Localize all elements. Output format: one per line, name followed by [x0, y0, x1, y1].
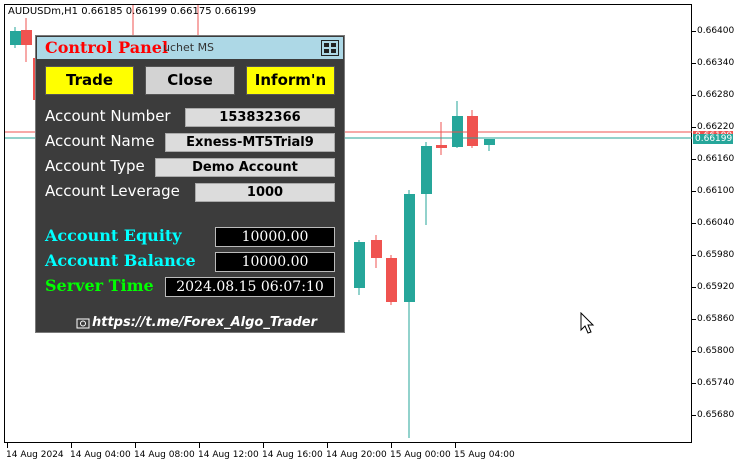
link-icon — [76, 318, 90, 328]
candle-body — [21, 30, 32, 45]
time-label: 14 Aug 20:00 — [326, 450, 387, 460]
account-type-value: Demo Account — [155, 158, 335, 177]
account-name-value: Exness-MT5Trial9 — [165, 133, 335, 152]
telegram-link-text: https://t.me/Forex_Algo_Trader — [92, 315, 318, 330]
panel-subtitle: uchet MS — [163, 41, 215, 54]
account-name-label: Account Name — [45, 132, 155, 150]
time-tick — [327, 443, 328, 448]
price-label: 0.65860 — [697, 314, 735, 324]
candle-body — [371, 240, 382, 258]
price-tick — [692, 223, 696, 224]
windows-logo-icon[interactable] — [321, 40, 339, 56]
account-leverage-value: 1000 — [195, 183, 335, 202]
account-number-value: 153832366 — [185, 108, 335, 127]
server-time-label: Server Time — [45, 276, 154, 295]
time-tick — [71, 443, 72, 448]
time-label: 15 Aug 04:00 — [454, 450, 515, 460]
price-label: 0.65920 — [697, 282, 735, 292]
price-tick — [692, 95, 696, 96]
price-tick — [692, 159, 696, 160]
price-tick — [692, 319, 696, 320]
time-tick — [135, 443, 136, 448]
price-label: 0.66340 — [697, 58, 735, 68]
time-tick — [7, 443, 8, 448]
candle-body — [484, 139, 495, 145]
price-label: 0.66280 — [697, 90, 735, 100]
time-tick — [199, 443, 200, 448]
account-equity-label: Account Equity — [45, 226, 182, 245]
price-label: 0.66100 — [697, 186, 735, 196]
panel-title-bar[interactable]: Control Panel uchet MS — [37, 37, 343, 59]
trade-button[interactable]: Trade — [45, 66, 134, 95]
price-label: 0.65800 — [697, 346, 735, 356]
candle-body — [10, 31, 21, 45]
close-button[interactable]: Close — [145, 66, 235, 95]
time-tick — [455, 443, 456, 448]
price-tick — [692, 127, 696, 128]
account-equity-value: 10000.00 — [215, 227, 335, 247]
account-balance-label: Account Balance — [45, 251, 196, 270]
price-label: 0.66160 — [697, 154, 735, 164]
mouse-pointer-icon — [580, 312, 595, 334]
price-tick — [692, 63, 696, 64]
server-time-value: 2024.08.15 06:07:10 — [165, 277, 335, 297]
telegram-link[interactable]: https://t.me/Forex_Algo_Trader — [76, 315, 317, 330]
time-tick — [391, 443, 392, 448]
candle-body — [404, 194, 415, 302]
candle-body — [421, 146, 432, 194]
candle-body — [354, 242, 365, 288]
account-number-label: Account Number — [45, 107, 171, 125]
symbol-info: AUDUSDm,H1 0.66185 0.66199 0.66175 0.661… — [8, 6, 257, 17]
time-label: 14 Aug 16:00 — [262, 450, 323, 460]
price-tick — [692, 351, 696, 352]
price-tick — [692, 255, 696, 256]
time-label: 15 Aug 00:00 — [390, 450, 451, 460]
account-balance-value: 10000.00 — [215, 252, 335, 272]
price-label: 0.65680 — [697, 410, 735, 420]
time-label: 14 Aug 08:00 — [134, 450, 195, 460]
price-label: 0.66400 — [697, 26, 735, 36]
price-tick — [692, 383, 696, 384]
account-type-label: Account Type — [45, 157, 145, 175]
price-label: 0.66040 — [697, 218, 735, 228]
time-tick — [263, 443, 264, 448]
bid-price-tag: 0.66199 — [693, 134, 733, 144]
price-tick — [692, 415, 696, 416]
account-leverage-label: Account Leverage — [45, 182, 180, 200]
price-tick — [692, 191, 696, 192]
time-label: 14 Aug 04:00 — [70, 450, 131, 460]
price-tick — [692, 287, 696, 288]
candle-body — [386, 258, 397, 302]
time-label: 14 Aug 2024 — [6, 450, 64, 460]
price-tick — [692, 31, 696, 32]
inform-button[interactable]: Inform'n — [246, 66, 335, 95]
panel-title: Control Panel — [45, 38, 169, 57]
control-panel: Control Panel uchet MS Trade Close Infor… — [35, 35, 345, 333]
time-label: 14 Aug 12:00 — [198, 450, 259, 460]
candle-body — [436, 145, 447, 148]
price-label: 0.65980 — [697, 250, 735, 260]
price-label: 0.65740 — [697, 378, 735, 388]
candle-body — [467, 116, 478, 146]
